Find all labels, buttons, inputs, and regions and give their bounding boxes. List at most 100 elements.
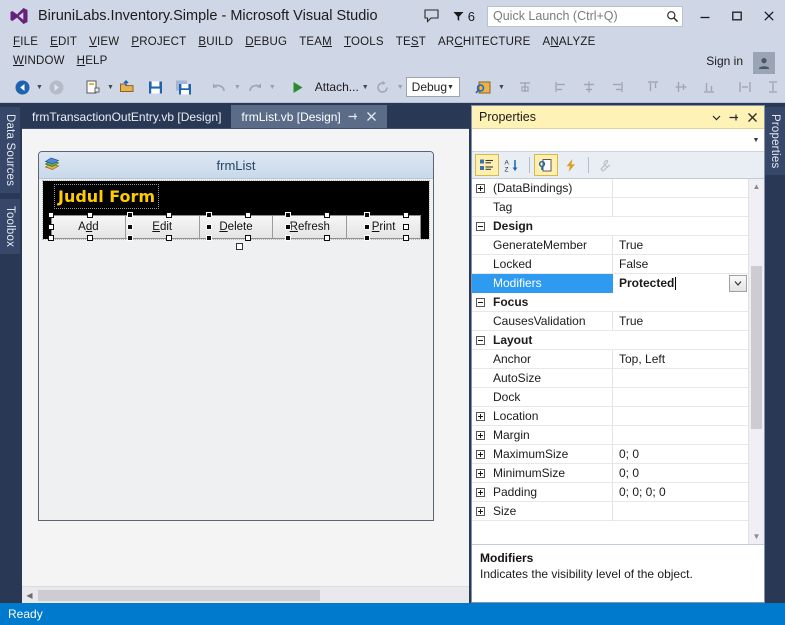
alphabetical-sort-icon[interactable]: A Z	[500, 154, 524, 176]
scroll-track[interactable]	[749, 194, 764, 529]
winform-preview[interactable]: frmList Judul Form Add Edit Delete Refre…	[38, 151, 434, 521]
menu-item-debug[interactable]: DEBUG	[242, 34, 296, 50]
property-row-anchor[interactable]: Anchor Top, Left	[472, 349, 748, 369]
properties-grid[interactable]: (DataBindings) Tag Design GenerateMember…	[472, 179, 748, 544]
document-tab-frmlist[interactable]: frmList.vb [Design]	[231, 105, 387, 128]
attach-dropdown[interactable]: ▼	[362, 75, 369, 99]
scroll-thumb[interactable]	[751, 266, 762, 429]
find-in-files-icon[interactable]	[470, 75, 498, 99]
selection-handle[interactable]	[245, 212, 251, 218]
designer-button-print[interactable]: Print	[347, 216, 420, 238]
menu-item-window[interactable]: WINDOW	[10, 53, 74, 69]
property-value[interactable]	[613, 179, 748, 198]
user-account-icon[interactable]	[753, 52, 775, 74]
property-row-databindings[interactable]: (DataBindings)	[472, 179, 748, 198]
selection-handle[interactable]	[364, 235, 370, 241]
selection-handle[interactable]	[324, 235, 330, 241]
notifications-indicator[interactable]: 6	[446, 9, 481, 24]
property-value[interactable]: 0; 0	[613, 464, 748, 483]
property-value[interactable]	[613, 426, 748, 445]
properties-page-icon[interactable]	[534, 154, 558, 176]
menu-item-edit[interactable]: EDIT	[47, 34, 86, 50]
property-value[interactable]: True	[613, 312, 748, 331]
search-magnifier-icon[interactable]	[662, 10, 682, 23]
expand-plus-icon[interactable]	[472, 483, 488, 502]
categorized-view-icon[interactable]	[475, 154, 499, 176]
selection-handle[interactable]	[285, 235, 291, 241]
start-debug-play-icon[interactable]	[284, 75, 312, 99]
property-value[interactable]	[613, 198, 748, 217]
scroll-thumb[interactable]	[38, 589, 320, 601]
property-value-editor[interactable]: Protected	[613, 273, 748, 293]
navigate-back-dropdown[interactable]: ▼	[36, 75, 43, 99]
selection-handle[interactable]	[166, 212, 172, 218]
expand-plus-icon[interactable]	[472, 502, 488, 521]
close-x-icon[interactable]	[743, 108, 761, 126]
property-value[interactable]: True	[613, 236, 748, 255]
property-row-causesvalidation[interactable]: CausesValidation True	[472, 311, 748, 331]
find-overflow-icon[interactable]: ▼	[498, 75, 505, 99]
events-lightning-icon[interactable]	[559, 154, 583, 176]
designer-button-edit[interactable]: Edit	[125, 216, 200, 238]
menu-item-team[interactable]: TEAM	[296, 34, 341, 50]
scroll-up-arrow-icon[interactable]: ▲	[749, 179, 764, 194]
new-item-icon[interactable]	[79, 75, 107, 99]
sidebar-tab-data-sources[interactable]: Data Sources	[0, 107, 20, 194]
property-value[interactable]: Top, Left	[613, 350, 748, 369]
quick-launch-input[interactable]	[488, 9, 662, 23]
properties-vertical-scrollbar[interactable]: ▲ ▼	[748, 179, 764, 544]
open-file-icon[interactable]	[114, 75, 142, 99]
expand-plus-icon[interactable]	[472, 179, 488, 198]
property-dropdown-button[interactable]	[729, 274, 747, 292]
selection-handle[interactable]	[285, 212, 291, 218]
sign-in-link[interactable]: Sign in	[706, 54, 743, 68]
expand-plus-icon[interactable]	[472, 407, 488, 426]
chevron-down-icon[interactable]: ▼	[748, 137, 764, 144]
form-resize-handle[interactable]	[236, 243, 243, 250]
property-row-location[interactable]: Location	[472, 406, 748, 426]
close-button[interactable]	[753, 0, 785, 32]
chevron-down-icon[interactable]	[707, 108, 725, 126]
property-value[interactable]: False	[613, 255, 748, 274]
collapse-minus-icon[interactable]	[472, 217, 488, 236]
designer-horizontal-scrollbar[interactable]: ◀	[22, 586, 469, 603]
close-x-icon[interactable]	[366, 111, 377, 122]
selection-handle[interactable]	[127, 212, 133, 218]
property-value[interactable]	[613, 502, 748, 521]
collapse-minus-icon[interactable]	[472, 331, 488, 350]
document-tab-frmtransactionoutentry[interactable]: frmTransactionOutEntry.vb [Design]	[22, 105, 232, 128]
chevron-down-icon[interactable]: ▼	[447, 84, 459, 91]
attach-label[interactable]: Attach...	[312, 80, 362, 94]
expand-plus-icon[interactable]	[472, 426, 488, 445]
selection-handle[interactable]	[285, 224, 291, 230]
judul-form-label[interactable]: Judul Form	[53, 184, 160, 209]
selection-handle[interactable]	[48, 224, 54, 230]
property-row-dock[interactable]: Dock	[472, 387, 748, 407]
selection-handle[interactable]	[206, 224, 212, 230]
selection-handle[interactable]	[87, 212, 93, 218]
selection-handle[interactable]	[166, 235, 172, 241]
selection-handle[interactable]	[403, 235, 409, 241]
property-value[interactable]	[613, 388, 748, 407]
property-row-autosize[interactable]: AutoSize	[472, 368, 748, 388]
selection-handle[interactable]	[127, 235, 133, 241]
property-row-size[interactable]: Size	[472, 501, 748, 521]
selection-handle[interactable]	[245, 235, 251, 241]
feedback-speech-bubble-icon[interactable]	[418, 1, 446, 31]
property-row-tag[interactable]: Tag	[472, 197, 748, 217]
property-row-generatemember[interactable]: GenerateMember True	[472, 235, 748, 255]
menu-item-help[interactable]: HELP	[74, 53, 117, 69]
sidebar-tab-toolbox[interactable]: Toolbox	[0, 199, 20, 255]
properties-object-selector[interactable]: ▼	[472, 129, 764, 152]
header-panel[interactable]: Judul Form Add Edit Delete Refresh Print	[42, 180, 430, 241]
quick-launch-box[interactable]	[487, 5, 683, 27]
selection-handle[interactable]	[364, 224, 370, 230]
selection-handle[interactable]	[206, 212, 212, 218]
menu-item-architecture[interactable]: ARCHITECTURE	[435, 34, 540, 50]
selection-handle[interactable]	[364, 212, 370, 218]
property-row-modifiers[interactable]: Modifiers Protected	[472, 273, 748, 293]
selection-handle[interactable]	[127, 224, 133, 230]
minimize-button[interactable]	[689, 0, 721, 32]
property-row-margin[interactable]: Margin	[472, 425, 748, 445]
scroll-left-arrow-icon[interactable]: ◀	[22, 587, 37, 603]
